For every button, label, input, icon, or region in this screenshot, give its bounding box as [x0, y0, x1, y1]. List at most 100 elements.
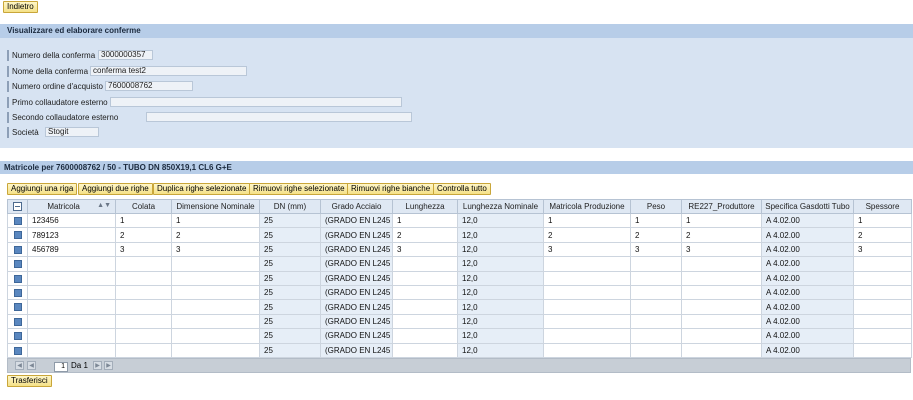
cell-re227-produttore[interactable]: [681, 313, 762, 330]
primo-collaudatore-field[interactable]: [110, 97, 402, 107]
transfer-button[interactable]: Trasferisci: [7, 375, 52, 387]
cell-lunghezza[interactable]: [392, 328, 458, 344]
cell-dimensione-nominale[interactable]: [171, 270, 260, 286]
row-selector[interactable]: [7, 299, 28, 315]
cell-spessore[interactable]: 3: [853, 241, 912, 258]
row-selector[interactable]: [7, 328, 28, 344]
remove-blank-rows-button[interactable]: Rimuovi righe bianche: [347, 183, 435, 195]
cell-lunghezza[interactable]: 2: [392, 227, 458, 243]
cell-spessore[interactable]: [853, 256, 912, 272]
row-select-icon[interactable]: [13, 332, 22, 341]
cell-peso[interactable]: [630, 342, 682, 358]
row-select-icon[interactable]: [13, 260, 22, 269]
cell-lunghezza[interactable]: [392, 270, 458, 286]
col-spessore[interactable]: Spessore: [853, 199, 912, 214]
select-all-icon[interactable]: [13, 202, 22, 212]
sort-icon[interactable]: ▲▼: [97, 202, 111, 209]
row-select-icon[interactable]: [13, 274, 22, 283]
next-page-icon[interactable]: ▶: [93, 361, 102, 370]
nome-conferma-field[interactable]: conferma test2: [90, 66, 247, 76]
cell-matricola-produzione[interactable]: [543, 313, 631, 330]
cell-matricola[interactable]: [27, 270, 116, 286]
cell-colata[interactable]: [115, 328, 172, 344]
cell-dimensione-nominale[interactable]: [171, 313, 260, 330]
cell-peso[interactable]: [630, 313, 682, 330]
cell-matricola[interactable]: [27, 342, 116, 358]
col-lunghezza[interactable]: Lunghezza: [392, 199, 458, 214]
row-selector[interactable]: [7, 227, 28, 243]
cell-peso[interactable]: [630, 256, 682, 272]
cell-peso[interactable]: [630, 284, 682, 301]
cell-colata[interactable]: 2: [115, 227, 172, 243]
cell-colata[interactable]: [115, 313, 172, 330]
cell-lunghezza[interactable]: 3: [392, 241, 458, 258]
cell-matricola[interactable]: [27, 256, 116, 272]
cell-spessore[interactable]: [853, 299, 912, 315]
col-dimensione-nominale[interactable]: Dimensione Nominale: [171, 199, 260, 214]
cell-re227-produttore[interactable]: [681, 328, 762, 344]
cell-colata[interactable]: [115, 342, 172, 358]
cell-peso[interactable]: [630, 270, 682, 286]
cell-matricola-produzione[interactable]: [543, 328, 631, 344]
cell-matricola-produzione[interactable]: [543, 256, 631, 272]
cell-spessore[interactable]: 2: [853, 227, 912, 243]
cell-re227-produttore[interactable]: [681, 299, 762, 315]
cell-spessore[interactable]: [853, 270, 912, 286]
cell-colata[interactable]: 3: [115, 241, 172, 258]
cell-matricola[interactable]: [27, 328, 116, 344]
cell-lunghezza[interactable]: [392, 256, 458, 272]
last-page-icon[interactable]: ▶: [104, 361, 113, 370]
row-select-icon[interactable]: [13, 317, 22, 326]
row-selector[interactable]: [7, 241, 28, 258]
row-selector[interactable]: [7, 212, 28, 229]
cell-matricola[interactable]: 789123: [27, 227, 116, 243]
col-re227-produttore[interactable]: RE227_Produttore: [681, 199, 762, 214]
cell-spessore[interactable]: 1: [853, 212, 912, 229]
add-one-row-button[interactable]: Aggiungi una riga: [7, 183, 78, 195]
cell-matricola-produzione[interactable]: [543, 270, 631, 286]
back-button[interactable]: Indietro: [3, 1, 38, 13]
cell-re227-produttore[interactable]: 1: [681, 212, 762, 229]
cell-colata[interactable]: [115, 299, 172, 315]
remove-selected-rows-button[interactable]: Rimuovi righe selezionate: [249, 183, 349, 195]
cell-peso[interactable]: 3: [630, 241, 682, 258]
cell-re227-produttore[interactable]: [681, 256, 762, 272]
col-lunghezza-nominale[interactable]: Lunghezza Nominale: [457, 199, 544, 214]
row-selector[interactable]: [7, 313, 28, 330]
row-select-icon[interactable]: [13, 289, 22, 298]
cell-colata[interactable]: [115, 270, 172, 286]
cell-colata[interactable]: [115, 256, 172, 272]
cell-spessore[interactable]: [853, 284, 912, 301]
row-select-icon[interactable]: [13, 245, 22, 254]
duplicate-rows-button[interactable]: Duplica righe selezionate: [153, 183, 251, 195]
cell-lunghezza[interactable]: 1: [392, 212, 458, 229]
first-page-icon[interactable]: ◀: [15, 361, 24, 370]
col-matricola[interactable]: Matricola ▲▼: [27, 199, 116, 214]
col-matricola-produzione[interactable]: Matricola Produzione: [543, 199, 631, 214]
row-select-icon[interactable]: [13, 217, 22, 226]
cell-peso[interactable]: [630, 299, 682, 315]
cell-lunghezza[interactable]: [392, 342, 458, 358]
cell-matricola-produzione[interactable]: 2: [543, 227, 631, 243]
cell-re227-produttore[interactable]: [681, 284, 762, 301]
cell-dimensione-nominale[interactable]: [171, 328, 260, 344]
cell-re227-produttore[interactable]: 3: [681, 241, 762, 258]
cell-lunghezza[interactable]: [392, 313, 458, 330]
cell-matricola[interactable]: 123456: [27, 212, 116, 229]
cell-spessore[interactable]: [853, 342, 912, 358]
cell-matricola[interactable]: 456789: [27, 241, 116, 258]
cell-matricola-produzione[interactable]: [543, 299, 631, 315]
row-select-icon[interactable]: [13, 346, 22, 355]
row-selector[interactable]: [7, 284, 28, 301]
cell-peso[interactable]: [630, 328, 682, 344]
cell-matricola-produzione[interactable]: 3: [543, 241, 631, 258]
cell-colata[interactable]: 1: [115, 212, 172, 229]
cell-dimensione-nominale[interactable]: [171, 342, 260, 358]
cell-spessore[interactable]: [853, 328, 912, 344]
cell-dimensione-nominale[interactable]: [171, 256, 260, 272]
col-colata[interactable]: Colata: [115, 199, 172, 214]
cell-matricola[interactable]: [27, 284, 116, 301]
cell-colata[interactable]: [115, 284, 172, 301]
cell-re227-produttore[interactable]: [681, 270, 762, 286]
row-selector[interactable]: [7, 270, 28, 286]
